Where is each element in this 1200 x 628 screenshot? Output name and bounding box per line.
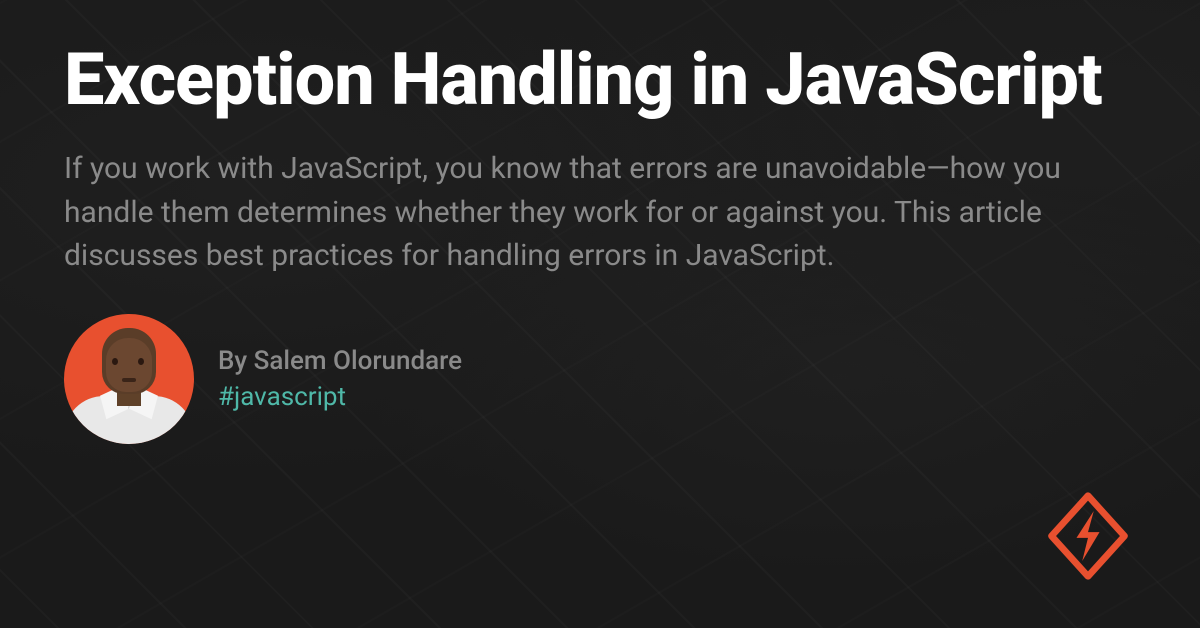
- author-section: By Salem Olorundare #javascript: [64, 314, 1136, 444]
- author-avatar: [64, 314, 194, 444]
- author-byline: By Salem Olorundare: [218, 346, 462, 376]
- author-info: By Salem Olorundare #javascript: [218, 346, 462, 412]
- article-title: Exception Handling in JavaScript: [64, 40, 1136, 119]
- article-card: Exception Handling in JavaScript If you …: [0, 0, 1200, 628]
- brand-logo-icon: [1040, 488, 1136, 584]
- article-description: If you work with JavaScript, you know th…: [64, 147, 1124, 278]
- article-hashtag: #javascript: [218, 382, 462, 412]
